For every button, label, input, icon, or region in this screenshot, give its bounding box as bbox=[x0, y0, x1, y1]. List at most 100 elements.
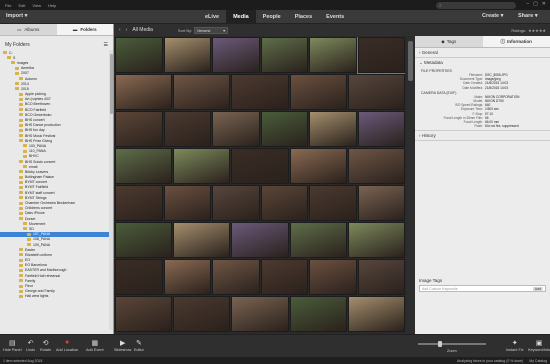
media-thumbnail[interactable] bbox=[115, 37, 163, 73]
tab-people[interactable]: People bbox=[256, 10, 288, 24]
media-thumbnail[interactable] bbox=[115, 296, 173, 332]
folder-icon bbox=[19, 97, 23, 101]
minimize-button[interactable]: – bbox=[526, 1, 529, 7]
zoom-slider[interactable] bbox=[418, 341, 486, 347]
add-tag-button[interactable]: Add bbox=[532, 286, 543, 291]
status-bar: 1 item selected Aug 2015 Analyzing faces… bbox=[0, 357, 550, 364]
media-thumbnail[interactable] bbox=[357, 111, 405, 147]
menu-help[interactable]: Help bbox=[48, 3, 56, 8]
media-thumbnail[interactable] bbox=[309, 111, 357, 147]
sort-select[interactable]: Newest ▾ bbox=[194, 26, 229, 34]
media-thumbnail[interactable] bbox=[163, 37, 211, 73]
media-thumbnail[interactable] bbox=[173, 222, 231, 258]
history-section[interactable]: › History bbox=[415, 130, 550, 142]
editor-button[interactable]: ✎ Editor bbox=[134, 338, 144, 353]
rating-stars[interactable]: ★★★★★ bbox=[528, 28, 546, 33]
media-thumbnail[interactable] bbox=[260, 259, 308, 295]
media-thumbnail[interactable] bbox=[173, 74, 231, 110]
tab-albums[interactable]: ▭ Albums bbox=[0, 24, 57, 35]
metadata-section[interactable]: ⌄ Metadata bbox=[415, 58, 550, 68]
media-thumbnail[interactable] bbox=[260, 185, 308, 221]
media-thumbnail[interactable] bbox=[356, 37, 405, 74]
media-thumbnail[interactable] bbox=[115, 148, 173, 184]
zoom-slider-knob[interactable] bbox=[438, 341, 442, 347]
folder-view-icon[interactable]: ☰ bbox=[104, 42, 108, 48]
general-section[interactable]: › General bbox=[415, 48, 550, 58]
media-thumbnail[interactable] bbox=[347, 148, 405, 184]
media-thumbnail[interactable] bbox=[357, 185, 405, 221]
media-thumbnail[interactable] bbox=[231, 74, 289, 110]
catalog-name[interactable]: My Catalog bbox=[529, 359, 547, 363]
media-thumbnail[interactable] bbox=[289, 222, 347, 258]
media-thumbnail[interactable] bbox=[163, 185, 211, 221]
menu-view[interactable]: View bbox=[32, 3, 41, 8]
media-thumbnail[interactable] bbox=[115, 185, 163, 221]
tab-tags[interactable]: ◆ Tags bbox=[415, 36, 483, 47]
tab-events[interactable]: Events bbox=[319, 10, 351, 24]
folder-icon bbox=[19, 160, 23, 164]
media-thumbnail[interactable] bbox=[212, 37, 260, 73]
media-thumbnail[interactable] bbox=[173, 296, 231, 332]
media-thumbnail[interactable] bbox=[260, 37, 308, 73]
media-thumbnail[interactable] bbox=[163, 111, 211, 147]
media-thumbnail[interactable] bbox=[212, 185, 260, 221]
folder-label: Dorset bbox=[25, 216, 36, 221]
folder-icon bbox=[11, 61, 15, 65]
back-arrow-icon[interactable]: ‹ bbox=[119, 27, 121, 33]
all-media-label[interactable]: All Media bbox=[132, 27, 153, 33]
media-thumbnail[interactable] bbox=[309, 185, 357, 221]
media-thumbnail[interactable] bbox=[309, 37, 357, 73]
media-thumbnail[interactable] bbox=[115, 111, 163, 147]
folder-tree-item[interactable]: Hall west lights bbox=[0, 294, 112, 299]
media-thumbnail[interactable] bbox=[231, 148, 289, 184]
undo-button[interactable]: ↶ Undo bbox=[26, 338, 35, 353]
share-button[interactable]: Share ▾ bbox=[518, 13, 538, 19]
play-button[interactable]: ▶ Slideshow bbox=[114, 338, 131, 353]
tags-input[interactable]: Add Custom Keywords Add bbox=[419, 285, 546, 292]
media-thumbnail[interactable] bbox=[347, 222, 405, 258]
media-thumbnail[interactable] bbox=[115, 74, 173, 110]
media-thumbnail[interactable] bbox=[115, 259, 163, 295]
folder-label: Art (ruphies 4/07 bbox=[25, 97, 51, 102]
media-thumbnail[interactable] bbox=[115, 222, 173, 258]
maximize-button[interactable]: ▢ bbox=[533, 1, 538, 7]
tab-elive[interactable]: eLive bbox=[198, 10, 226, 24]
media-thumbnail[interactable] bbox=[231, 296, 289, 332]
media-thumbnail[interactable] bbox=[173, 148, 231, 184]
media-grid-scrollbar[interactable] bbox=[407, 37, 414, 333]
media-thumbnail[interactable] bbox=[347, 296, 405, 332]
search-input[interactable]: ⌕ bbox=[436, 2, 516, 9]
close-button[interactable]: ✕ bbox=[542, 1, 546, 7]
create-button[interactable]: Create ▾ bbox=[482, 13, 503, 19]
menu-file[interactable]: File bbox=[5, 3, 11, 8]
calendar-button[interactable]: ▦ Add Event bbox=[86, 338, 104, 353]
media-thumbnail[interactable] bbox=[289, 74, 347, 110]
folder-icon bbox=[19, 279, 23, 283]
location-pin-button[interactable]: ● Add Location bbox=[56, 338, 78, 352]
keyword-info-button[interactable]: ▣ Keyword/Info bbox=[528, 338, 550, 353]
media-thumbnail[interactable] bbox=[309, 259, 357, 295]
media-thumbnail[interactable] bbox=[212, 259, 260, 295]
media-thumbnail[interactable] bbox=[289, 296, 347, 332]
media-thumbnail[interactable] bbox=[212, 111, 260, 147]
forward-arrow-icon[interactable]: › bbox=[126, 27, 128, 33]
media-thumbnail[interactable] bbox=[260, 111, 308, 147]
media-thumbnail[interactable] bbox=[357, 259, 405, 295]
media-thumbnail[interactable] bbox=[231, 222, 289, 258]
tab-folders[interactable]: ▬ Folders bbox=[56, 24, 113, 35]
folder-label: Hall west lights bbox=[25, 294, 49, 299]
rotate-button[interactable]: ⟲ Rotate bbox=[40, 338, 51, 353]
media-thumbnail[interactable] bbox=[163, 259, 211, 295]
media-thumbnail[interactable] bbox=[289, 148, 347, 184]
folder-icon bbox=[23, 165, 27, 169]
folder-label: BCO Gewerboko bbox=[25, 112, 52, 117]
import-button[interactable]: Import ▾ bbox=[6, 13, 27, 19]
instant-fix-button[interactable]: ✦ Instant Fix bbox=[506, 338, 524, 353]
hide-panel-button[interactable]: ▤ Hide Panel bbox=[3, 338, 22, 353]
tab-places[interactable]: Places bbox=[288, 10, 319, 24]
tab-information[interactable]: ⓘ Information bbox=[482, 36, 550, 47]
media-thumbnail[interactable] bbox=[347, 74, 405, 110]
folder-tree-scrollbar[interactable] bbox=[109, 50, 113, 330]
menu-edit[interactable]: Edit bbox=[18, 3, 25, 8]
tab-media[interactable]: Media bbox=[226, 10, 256, 24]
